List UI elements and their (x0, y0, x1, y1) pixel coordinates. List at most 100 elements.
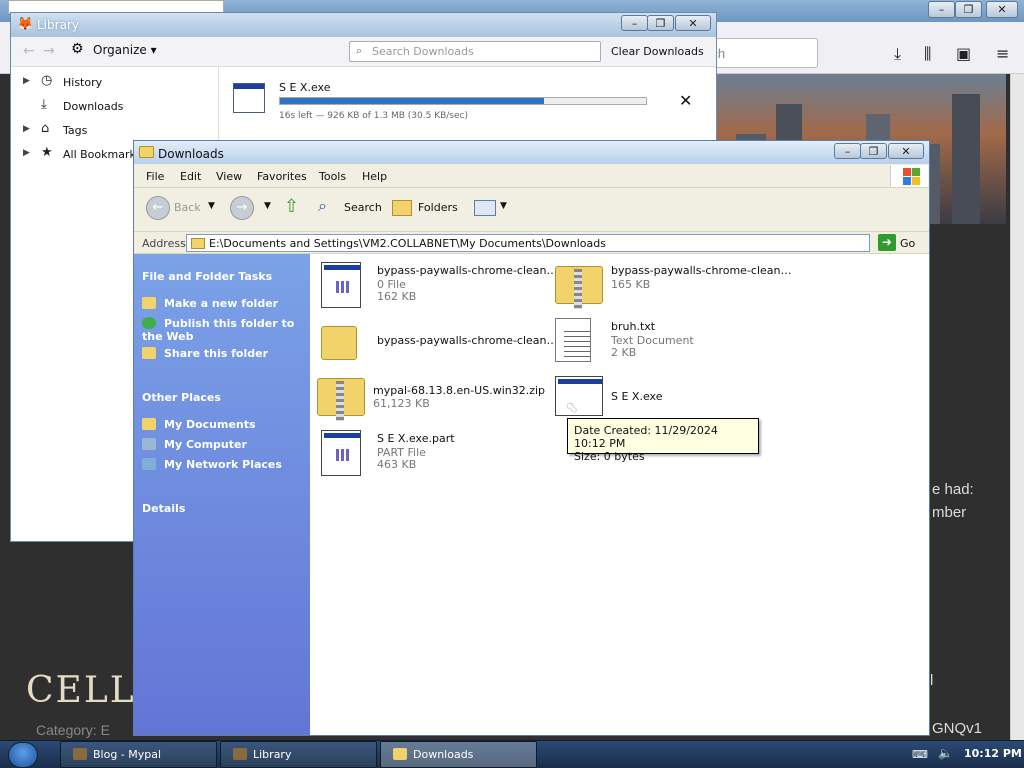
search-icon[interactable]: ⌕ (318, 196, 327, 216)
details-heading[interactable]: Details (142, 502, 185, 515)
file-folder-tasks-heading[interactable]: File and Folder Tasks (142, 270, 272, 283)
tray-clock[interactable]: 10:12 PM (964, 747, 1022, 760)
back-button[interactable]: Back (174, 201, 201, 214)
sidebar-item-label: All Bookmarks (63, 148, 142, 161)
address-path: E:\Documents and Settings\VM2.COLLABNET\… (209, 237, 606, 250)
folders-icon (392, 200, 412, 216)
file-size: 2 KB (611, 346, 637, 359)
menu-edit[interactable]: Edit (180, 170, 201, 183)
menu-file[interactable]: File (146, 170, 164, 183)
taskbar: Blog - Mypal Library Downloads ⌨ 🔈 10:12… (0, 740, 1024, 768)
explorer-minimize-button[interactable]: – (834, 143, 861, 159)
explorer-close-button[interactable]: ✕ (888, 143, 924, 159)
start-button[interactable] (8, 742, 38, 768)
close-button[interactable]: ✕ (986, 1, 1018, 18)
download-icon[interactable]: ⤓ (894, 44, 901, 64)
other-places-heading[interactable]: Other Places (142, 391, 221, 404)
expand-arrow-icon[interactable]: ▶ (23, 76, 30, 86)
file-item[interactable]: bypass-paywalls-chrome-clean-v... 165 KB (555, 262, 795, 312)
file-item[interactable]: mypal-68.13.8.en-US.win32.zip 61,123 KB (317, 374, 557, 424)
globe-icon (142, 317, 156, 329)
library-icon[interactable]: ⫼ (924, 44, 931, 64)
chevron-down-icon[interactable]: ▼ (264, 201, 271, 211)
menu-help[interactable]: Help (362, 170, 387, 183)
library-restore-button[interactable]: ❐ (647, 15, 674, 31)
my-documents-link[interactable]: My Documents (142, 418, 308, 431)
taskbar-button-downloads[interactable]: Downloads (380, 741, 537, 768)
task-pane: File and Folder Tasks Make a new folder … (134, 254, 310, 735)
expand-arrow-icon[interactable]: ▶ (23, 148, 30, 158)
address-input[interactable]: E:\Documents and Settings\VM2.COLLABNET\… (186, 234, 870, 252)
views-icon[interactable] (474, 200, 496, 216)
restore-button[interactable]: ❐ (955, 1, 982, 18)
sidebar-item-label: Tags (63, 124, 88, 137)
taskbar-button-library[interactable]: Library (220, 741, 377, 768)
file-item[interactable]: bypass-paywalls-chrome-clean-v... (321, 322, 561, 372)
chevron-down-icon[interactable]: ▼ (500, 201, 507, 211)
download-progress-fill (280, 98, 544, 104)
menu-favorites[interactable]: Favorites (257, 170, 307, 183)
explorer-titlebar: Downloads – ❐ ✕ (134, 141, 929, 164)
task-link-label: Make a new folder (164, 297, 279, 310)
make-new-folder-link[interactable]: Make a new folder (142, 297, 308, 310)
library-minimize-button[interactable]: – (621, 15, 648, 31)
file-item[interactable]: bruh.txt Text Document 2 KB (555, 318, 795, 368)
download-progress-bar (279, 97, 647, 105)
library-titlebar: 🦊 Library – ❐ ✕ (11, 13, 716, 37)
menu-tools[interactable]: Tools (319, 170, 346, 183)
sidebar-icon[interactable]: ▣ (956, 44, 971, 63)
cancel-download-icon[interactable]: ✕ (679, 91, 692, 110)
folders-button[interactable]: Folders (418, 201, 458, 214)
page-text-snippet: mber (932, 504, 967, 521)
menu-icon[interactable]: ≡ (996, 44, 1009, 63)
sidebar-item-tags[interactable]: ▶ ⌂ Tags (19, 121, 215, 141)
text-file-icon (555, 318, 591, 362)
download-item[interactable]: S E X.exe 16s left — 926 KB of 1.3 MB (3… (223, 75, 713, 135)
minimize-button[interactable]: – (928, 1, 955, 18)
taskbar-button-label: Library (253, 748, 292, 761)
search-button[interactable]: Search (344, 201, 382, 214)
explorer-restore-button[interactable]: ❐ (860, 143, 887, 159)
download-name: S E X.exe (279, 81, 331, 94)
forward-arrow-icon[interactable]: → (230, 196, 254, 220)
file-tooltip: Date Created: 11/29/2024 10:12 PM Size: … (567, 418, 759, 463)
my-network-places-link[interactable]: My Network Places (142, 458, 308, 471)
publish-folder-link[interactable]: Publish this folder to the Web (142, 317, 308, 343)
library-close-button[interactable]: ✕ (675, 15, 711, 31)
browser-search-input[interactable]: rch (700, 38, 818, 68)
go-arrow-icon[interactable]: ➜ (878, 234, 896, 251)
sidebar-item-history[interactable]: ▶ ◷ History (19, 73, 215, 93)
library-app-icon (233, 748, 247, 760)
file-item[interactable]: S E X.exe.part PART File 463 KB (321, 430, 561, 480)
clear-downloads-button[interactable]: Clear Downloads (611, 45, 704, 58)
organize-button[interactable]: Organize ▾ (93, 43, 157, 57)
forward-arrow-icon[interactable]: → (43, 43, 55, 59)
sidebar-item-downloads[interactable]: ⤓ Downloads (19, 97, 215, 117)
up-folder-icon[interactable]: ⇧ (284, 196, 299, 217)
my-documents-icon (142, 418, 156, 430)
taskbar-button-blog-mypal[interactable]: Blog - Mypal (60, 741, 217, 768)
library-search-input[interactable]: ⌕ Search Downloads (349, 41, 601, 62)
chevron-down-icon[interactable]: ▼ (208, 201, 215, 211)
tooltip-date-created: Date Created: 11/29/2024 10:12 PM (574, 424, 718, 450)
expand-arrow-icon[interactable]: ▶ (23, 124, 30, 134)
back-arrow-icon[interactable]: ← (23, 43, 35, 59)
my-computer-link[interactable]: My Computer (142, 438, 308, 451)
menu-view[interactable]: View (216, 170, 242, 183)
exe-file-icon (555, 376, 603, 416)
exe-file-icon (321, 262, 361, 308)
volume-icon[interactable]: 🔈 (938, 746, 953, 760)
back-arrow-icon[interactable]: ← (146, 196, 170, 220)
go-button[interactable]: Go (900, 237, 915, 250)
download-icon: ⤓ (41, 97, 47, 112)
search-icon: ⌕ (356, 44, 363, 57)
file-item[interactable]: bypass-paywalls-chrome-clean-3.... 0 Fil… (321, 262, 561, 312)
library-title: Library (37, 18, 79, 32)
keyboard-icon[interactable]: ⌨ (912, 748, 928, 761)
browser-scrollbar[interactable] (1010, 74, 1024, 740)
file-size: 61,123 KB (373, 397, 430, 410)
share-folder-link[interactable]: Share this folder (142, 347, 308, 360)
file-name: S E X.exe (611, 390, 663, 403)
page-text-snippet: GNQv1 (932, 720, 983, 737)
explorer-title: Downloads (158, 147, 224, 161)
